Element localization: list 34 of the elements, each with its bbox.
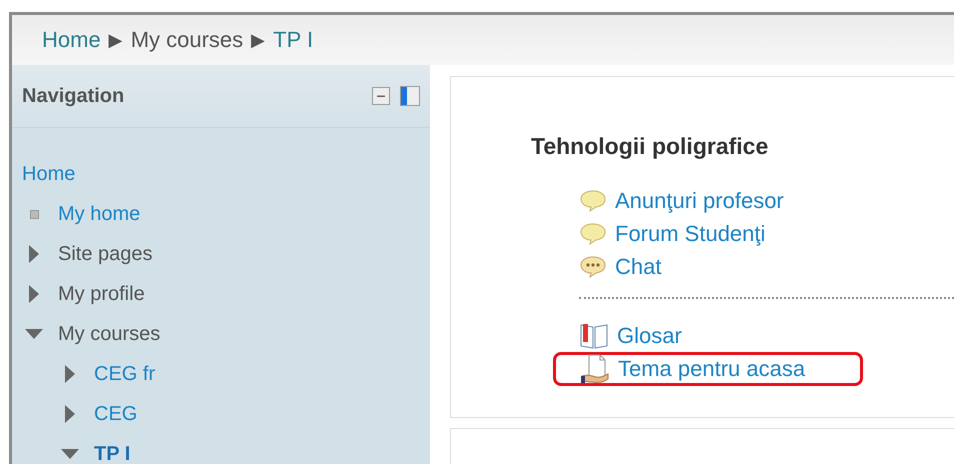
activity-link[interactable]: Glosar <box>617 322 682 348</box>
activity-link[interactable]: Forum Studenţi <box>615 220 766 246</box>
nav-item[interactable]: My courses <box>58 322 160 346</box>
hand-document-icon <box>580 354 610 384</box>
activity-link[interactable]: Tema pentru acasa <box>618 356 806 382</box>
collapsed-arrow-icon[interactable] <box>28 284 40 304</box>
nav-link[interactable]: TP I <box>94 442 130 464</box>
collapsed-arrow-icon[interactable] <box>28 244 40 264</box>
dock-icon[interactable] <box>400 86 420 106</box>
nav-link[interactable]: My home <box>58 202 140 226</box>
collapse-icon[interactable] <box>372 87 390 105</box>
book-icon <box>579 322 609 350</box>
expanded-arrow-icon[interactable] <box>60 448 80 460</box>
collapsed-arrow-icon[interactable] <box>64 404 76 424</box>
panel-title: Navigation <box>22 84 124 108</box>
bullet-icon <box>30 210 38 218</box>
breadcrumb-link[interactable]: TP I <box>273 27 314 53</box>
nav-item[interactable]: My profile <box>58 282 145 306</box>
activity-link[interactable]: Chat <box>615 254 662 280</box>
expanded-arrow-icon[interactable] <box>24 328 44 340</box>
nav-link[interactable]: CEG fr <box>94 362 156 386</box>
speech-bubble-icon <box>579 188 607 212</box>
speech-bubble-icon <box>579 222 607 246</box>
breadcrumb-link[interactable]: My courses <box>130 27 244 53</box>
chat-bubble-icon <box>579 254 607 278</box>
nav-link[interactable]: Home <box>22 162 76 186</box>
nav-item[interactable]: Site pages <box>58 242 153 266</box>
activity-link[interactable]: Anunţuri profesor <box>615 188 784 214</box>
collapsed-arrow-icon[interactable] <box>64 364 76 384</box>
course-title: Tehnologii poligrafice <box>531 133 770 160</box>
breadcrumb-link[interactable]: Home <box>42 27 101 53</box>
separator-icon: ▶ <box>108 29 123 51</box>
separator-icon: ▶ <box>251 29 266 51</box>
nav-link[interactable]: CEG <box>94 402 138 426</box>
